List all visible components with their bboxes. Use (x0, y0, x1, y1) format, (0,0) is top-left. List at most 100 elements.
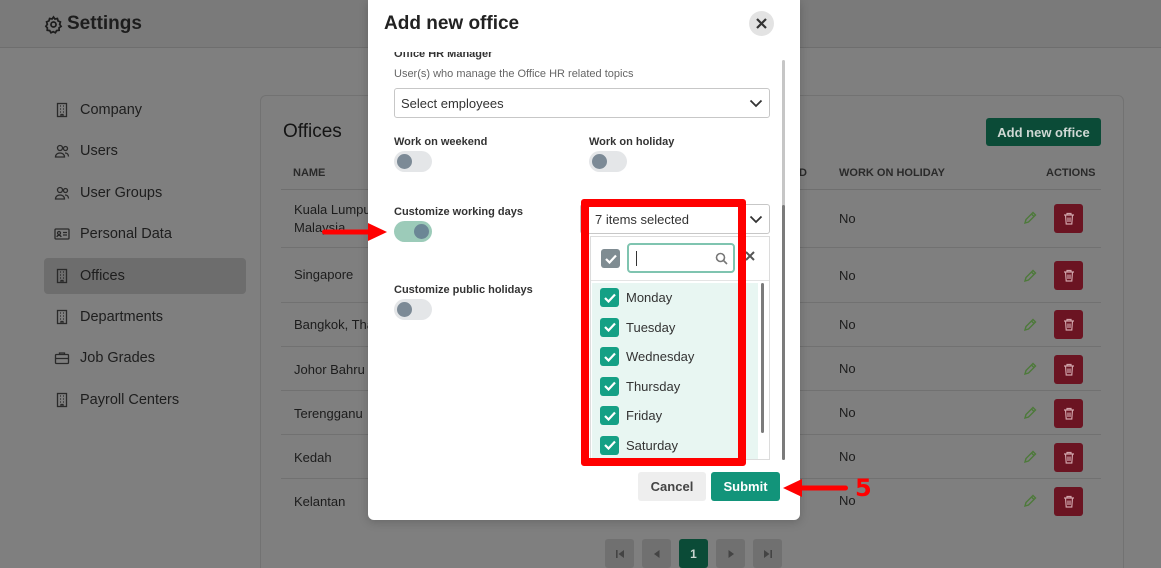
sidebar-item-job-grades[interactable]: Job Grades (44, 340, 246, 376)
sidebar-item-personal-data[interactable]: Personal Data (44, 216, 246, 252)
select-employees-placeholder: Select employees (401, 95, 504, 111)
sidebar-item-label: Offices (80, 267, 125, 284)
column-header-work-on-holiday: WORK ON HOLIDAY (839, 167, 945, 179)
column-header-actions: ACTIONS (1046, 167, 1096, 179)
modal-title: Add new office (384, 13, 520, 34)
delete-button[interactable] (1054, 399, 1083, 428)
submit-button[interactable]: Submit (711, 472, 780, 501)
trash-icon (1063, 451, 1074, 464)
pagination: 1 (605, 539, 782, 568)
annotation-highlight-box (581, 199, 746, 466)
delete-button[interactable] (1054, 310, 1083, 339)
edit-icon[interactable] (1022, 317, 1038, 333)
edit-icon[interactable] (1022, 268, 1038, 284)
close-button[interactable] (749, 11, 774, 36)
sidebar-item-label: Personal Data (80, 226, 172, 243)
hr-manager-label: Office HR Manager (394, 52, 493, 60)
page-button-current[interactable]: 1 (679, 539, 708, 568)
chevron-left-icon (653, 549, 659, 558)
sidebar-item-users[interactable]: Users (44, 133, 246, 169)
edit-icon[interactable] (1022, 210, 1038, 226)
column-header-work-on-weekend: D (799, 167, 807, 179)
work-on-weekend-label: Work on weekend (394, 136, 488, 148)
work-on-holiday-value: No (839, 361, 856, 376)
chevron-down-icon (749, 99, 763, 108)
sidebar-item-label: Job Grades (80, 350, 155, 367)
page-title: Settings (44, 13, 142, 35)
delete-button[interactable] (1054, 443, 1083, 472)
office-name: Terengganu (294, 406, 363, 421)
customize-working-days-label: Customize working days (394, 206, 523, 218)
users-icon (54, 143, 70, 159)
edit-icon[interactable] (1022, 449, 1038, 465)
customize-public-holidays-toggle[interactable] (394, 299, 432, 320)
gear-icon (44, 14, 63, 34)
modal-scrollbar[interactable] (780, 60, 786, 460)
edit-icon[interactable] (1022, 405, 1038, 421)
work-on-holiday-value: No (839, 405, 856, 420)
cancel-button[interactable]: Cancel (638, 472, 706, 501)
edit-icon[interactable] (1022, 493, 1038, 509)
trash-icon (1063, 269, 1074, 282)
delete-button[interactable] (1054, 261, 1083, 290)
last-page-button[interactable] (753, 539, 782, 568)
first-page-button[interactable] (605, 539, 634, 568)
work-on-holiday-value: No (839, 211, 856, 226)
work-on-holiday-label: Work on holiday (589, 136, 675, 148)
sidebar-item-label: Users (80, 143, 118, 160)
building-icon (54, 309, 70, 325)
delete-button[interactable] (1054, 487, 1083, 516)
user-groups-icon (54, 185, 70, 201)
sidebar-item-label: Departments (80, 308, 164, 325)
next-page-button[interactable] (716, 539, 745, 568)
previous-page-button[interactable] (642, 539, 671, 568)
office-name: Johor Bahru (294, 362, 365, 377)
work-on-holiday-toggle[interactable] (589, 151, 627, 172)
trash-icon (1063, 407, 1074, 420)
chevron-right-icon (728, 549, 734, 558)
trash-icon (1063, 212, 1074, 225)
sidebar-item-company[interactable]: Company (44, 92, 246, 128)
settings-sidebar: Company Users User Groups Personal Data … (44, 92, 246, 423)
work-on-weekend-toggle[interactable] (394, 151, 432, 172)
annotation-arrow-right (322, 223, 387, 241)
customize-public-holidays-label: Customize public holidays (394, 284, 533, 296)
building-icon (54, 102, 70, 118)
dropdown-scrollbar[interactable] (761, 281, 765, 459)
column-header-name: NAME (293, 167, 326, 179)
work-on-holiday-value: No (839, 268, 856, 283)
id-card-icon (54, 226, 70, 242)
work-on-holiday-value: No (839, 317, 856, 332)
trash-icon (1063, 318, 1074, 331)
office-name: Bangkok, Tha (294, 317, 374, 332)
add-new-office-button[interactable]: Add new office (986, 118, 1101, 146)
sidebar-item-offices[interactable]: Offices (44, 257, 246, 294)
select-employees-dropdown[interactable]: Select employees (394, 88, 770, 118)
building-icon (54, 268, 70, 284)
sidebar-item-payroll-centers[interactable]: Payroll Centers (44, 382, 246, 418)
office-name: Singapore (294, 267, 354, 282)
annotation-arrow-left (783, 479, 848, 497)
delete-button[interactable] (1054, 204, 1083, 233)
delete-button[interactable] (1054, 355, 1083, 384)
work-on-holiday-value: No (839, 449, 856, 464)
sidebar-item-user-groups[interactable]: User Groups (44, 175, 246, 211)
office-name: Kelantan (294, 494, 346, 509)
offices-heading: Offices (283, 121, 342, 142)
first-page-icon (615, 549, 624, 558)
sidebar-item-label: Payroll Centers (80, 391, 180, 408)
customize-working-days-toggle[interactable] (394, 221, 432, 242)
sidebar-item-label: User Groups (80, 184, 163, 201)
hr-manager-hint: User(s) who manage the Office HR related… (394, 68, 634, 80)
annotation-step-number: 5 (855, 474, 872, 502)
page-title-text: Settings (67, 13, 142, 34)
last-page-icon (763, 549, 772, 558)
briefcase-icon (54, 350, 70, 366)
trash-icon (1063, 363, 1074, 376)
sidebar-item-departments[interactable]: Departments (44, 299, 246, 335)
trash-icon (1063, 495, 1074, 508)
edit-icon[interactable] (1022, 361, 1038, 377)
chevron-down-icon (749, 215, 763, 224)
close-icon (756, 18, 767, 29)
office-name: Kedah (294, 450, 332, 465)
